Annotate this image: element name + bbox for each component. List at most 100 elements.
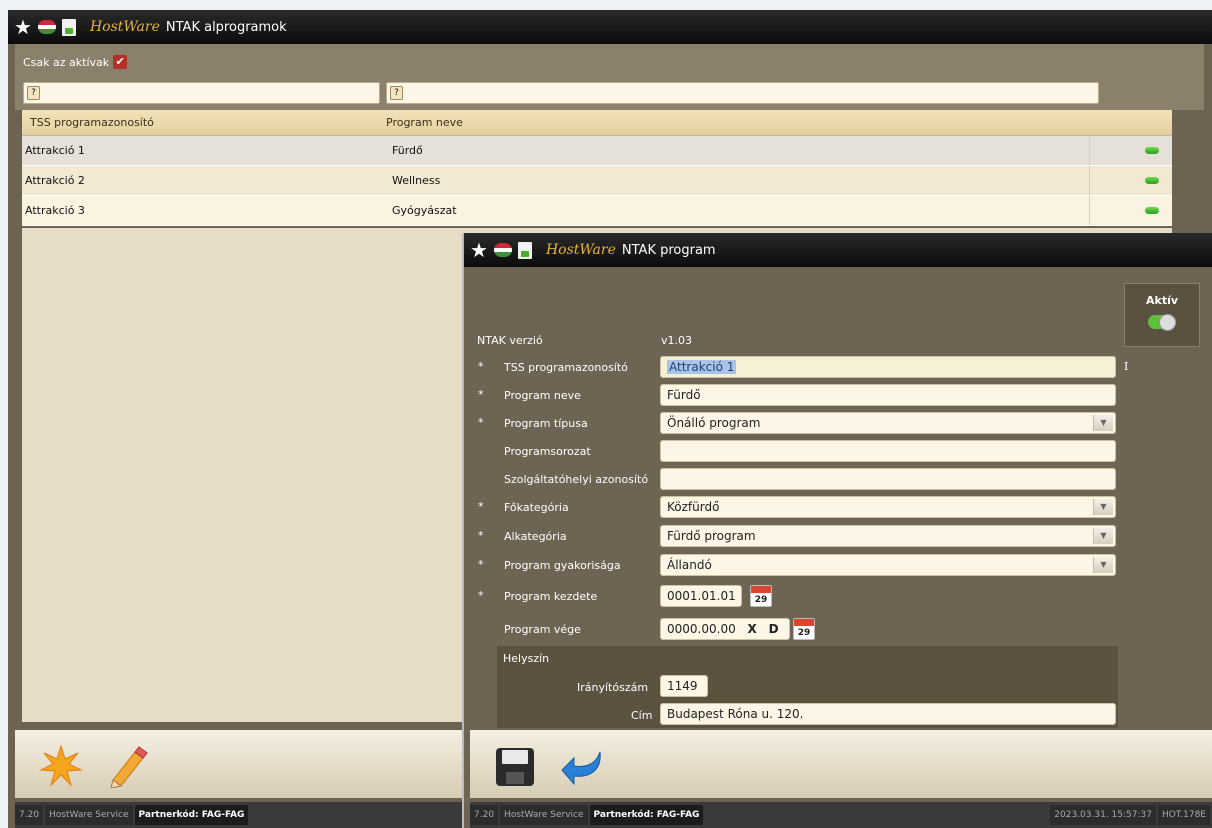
row-spacer [1089, 196, 1131, 225]
active-toggle[interactable] [1148, 314, 1176, 331]
status-service: HostWare Service [500, 805, 588, 825]
active-filter-label: Csak az aktívak [23, 55, 110, 69]
sub-category-select[interactable]: Fürdő program ▼ [660, 525, 1116, 547]
help-icon: ? [390, 86, 403, 100]
row-program-name: Fürdő [392, 144, 423, 157]
zip-value: 1149 [667, 679, 698, 693]
search-program-name-input[interactable]: ? [386, 82, 1099, 104]
tss-id-value: Attrakció 1 [667, 360, 737, 374]
program-type-select[interactable]: Önálló program ▼ [660, 412, 1116, 434]
row-tss-id: Attrakció 3 [25, 204, 85, 217]
end-date-label: Program vége [504, 623, 581, 636]
main-title-bar: ★ HostWare NTAK alprogramok [8, 10, 1212, 44]
status-version: 7.20 [15, 805, 44, 825]
chevron-down-icon[interactable]: ▼ [1093, 528, 1113, 544]
required-mark: * [478, 500, 484, 513]
status-code: HOT.178E [1157, 805, 1210, 825]
address-value: Budapest Róna u. 120. [667, 707, 804, 721]
chevron-down-icon[interactable]: ▼ [1093, 499, 1113, 515]
required-mark: * [478, 529, 484, 542]
active-status-icon [1144, 207, 1159, 214]
hungarian-flag-icon[interactable] [37, 20, 56, 34]
program-name-field[interactable]: Fürdő [660, 384, 1116, 406]
status-partner: Partnerkód: FAG-FAG [589, 805, 704, 825]
main-toolbar [15, 730, 467, 798]
table-row[interactable]: Attrakció 2 Wellness [22, 166, 1172, 196]
dialog-title: NTAK program [621, 242, 716, 258]
main-category-value: Közfürdő [667, 500, 720, 514]
active-filter[interactable]: Csak az aktívak ✔ [23, 55, 128, 69]
export-document-icon[interactable] [61, 18, 76, 36]
tss-id-field[interactable]: Attrakció 1 [660, 356, 1116, 378]
status-partner: Partnerkód: FAG-FAG [134, 805, 249, 825]
status-version: 7.20 [470, 805, 499, 825]
hungarian-flag-icon[interactable] [493, 243, 512, 257]
row-status [1131, 207, 1172, 214]
calendar-icon[interactable]: 29 [750, 585, 772, 607]
zip-field[interactable]: 1149 [660, 675, 708, 697]
frequency-select[interactable]: Állandó ▼ [660, 554, 1116, 576]
table-row[interactable]: Attrakció 3 Gyógyászat [22, 196, 1172, 226]
ntak-version-value: v1.03 [661, 334, 693, 347]
column-header-program-name[interactable]: Program neve [386, 116, 1089, 129]
required-mark: * [478, 388, 484, 401]
export-document-icon[interactable] [517, 241, 532, 259]
sub-category-label: Alkategória [504, 530, 567, 543]
chevron-down-icon[interactable]: ▼ [1093, 557, 1113, 573]
calendar-icon[interactable]: 29 [793, 618, 815, 640]
required-mark: * [478, 558, 484, 571]
main-category-select[interactable]: Közfürdő ▼ [660, 496, 1116, 518]
start-date-value: 0001.01.01 [667, 589, 736, 603]
clear-date-button[interactable]: X [748, 622, 757, 636]
main-category-label: Főkategória [504, 501, 569, 514]
programs-table: TSS programazonosító Program neve Attrak… [22, 110, 1172, 226]
program-series-field[interactable] [660, 440, 1116, 462]
hostware-logo: HostWare [89, 19, 160, 35]
row-status [1131, 147, 1172, 154]
star-icon[interactable]: ★ [470, 240, 488, 260]
frequency-label: Program gyakorisága [504, 559, 621, 572]
chevron-down-icon[interactable]: ▼ [1093, 415, 1113, 431]
default-date-button[interactable]: D [769, 622, 779, 636]
status-service: HostWare Service [45, 805, 133, 825]
help-icon: ? [27, 86, 40, 100]
save-disk-icon[interactable] [494, 746, 536, 788]
table-header: TSS programazonosító Program neve [22, 110, 1172, 136]
end-date-field[interactable]: 0000.00.00 X D [660, 618, 790, 640]
main-status-bar: 7.20 HostWare Service Partnerkód: FAG-FA… [15, 802, 467, 828]
provider-id-label: Szolgáltatóhelyi azonosító [504, 473, 649, 486]
address-label: Cím [631, 709, 653, 722]
location-section-label: Helyszín [503, 652, 550, 665]
address-field[interactable]: Budapest Róna u. 120. [660, 703, 1116, 725]
provider-id-field[interactable] [660, 468, 1116, 490]
column-header-tss-id[interactable]: TSS programazonosító [22, 116, 386, 129]
dialog-toolbar [470, 730, 1212, 798]
star-icon[interactable]: ★ [14, 17, 32, 37]
required-mark: * [478, 416, 484, 429]
text-cursor-indicator: I [1124, 360, 1129, 373]
table-row[interactable]: Attrakció 1 Fürdő [22, 136, 1172, 166]
row-tss-id: Attrakció 1 [25, 144, 85, 157]
dialog-status-bar: 7.20 HostWare Service Partnerkód: FAG-FA… [470, 802, 1212, 828]
row-spacer [1089, 136, 1131, 165]
active-status-icon [1144, 147, 1159, 154]
new-record-icon[interactable] [39, 744, 83, 788]
hostware-logo: HostWare [545, 242, 616, 258]
program-name-value: Fürdő [667, 388, 701, 402]
frequency-value: Állandó [667, 558, 712, 572]
end-date-value: 0000.00.00 [667, 622, 736, 636]
dialog-title-bar: ★ HostWare NTAK program [464, 233, 1212, 267]
row-status [1131, 177, 1172, 184]
row-spacer [1089, 166, 1131, 195]
active-filter-checkbox[interactable]: ✔ [113, 55, 128, 69]
start-date-label: Program kezdete [504, 590, 598, 603]
program-type-label: Program típusa [504, 417, 588, 430]
edit-pencil-icon[interactable] [105, 744, 149, 788]
window-title: NTAK alprogramok [165, 19, 287, 35]
ntak-version-label: NTAK verzió [477, 334, 543, 347]
row-tss-id: Attrakció 2 [25, 174, 85, 187]
start-date-field[interactable]: 0001.01.01 [660, 585, 742, 607]
back-arrow-icon[interactable] [560, 748, 606, 788]
search-tss-id-input[interactable]: ? [23, 82, 380, 104]
active-label: Aktív [1145, 294, 1179, 307]
